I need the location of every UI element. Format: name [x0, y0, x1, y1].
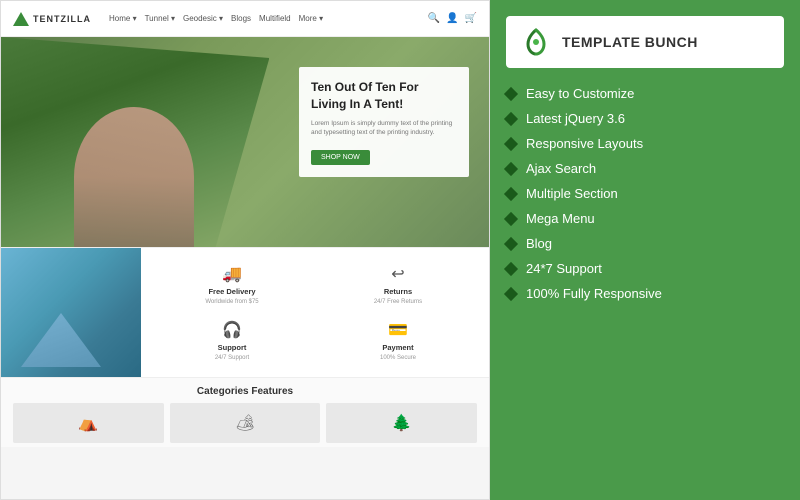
template-bunch-name: TEMPLATE BUNCH [562, 34, 698, 50]
hero-description: Lorem Ipsum is simply dummy text of the … [311, 119, 457, 139]
cart-icon[interactable]: 🛒 [465, 13, 477, 24]
nav-link-home[interactable]: Home ▾ [109, 14, 137, 23]
template-bunch-header: TEMPLATE BUNCH [506, 16, 784, 68]
feature-label-8: 100% Fully Responsive [526, 286, 662, 301]
delivery-icon: 🚚 [222, 264, 242, 284]
features-row: 🚚 Free Delivery Worldwide from $75 ↩ Ret… [1, 247, 489, 377]
shop-now-button[interactable]: SHOP NOW [311, 150, 370, 165]
tent-small-visual [11, 307, 111, 367]
diamond-icon [504, 136, 518, 150]
feature-list-item: Responsive Layouts [506, 136, 784, 151]
left-panel: TENTZILLA Home ▾ Tunnel ▾ Geodesic ▾ Blo… [0, 0, 490, 500]
feature-returns-sub: 24/7 Free Returns [374, 299, 422, 305]
feature-item-returns: ↩ Returns 24/7 Free Returns [317, 258, 479, 311]
template-bunch-logo [520, 26, 552, 58]
feature-list-item: 24*7 Support [506, 261, 784, 276]
feature-label-6: Blog [526, 236, 552, 251]
nav-link-multifield[interactable]: Multifield [259, 14, 291, 23]
category-camp[interactable]: 🏕 [170, 403, 321, 443]
category-tent[interactable]: ⛺ [13, 403, 164, 443]
features-image [1, 248, 141, 377]
features-grid: 🚚 Free Delivery Worldwide from $75 ↩ Ret… [141, 248, 489, 377]
hero-content-box: Ten Out Of Ten For Living In A Tent! Lor… [299, 67, 469, 177]
feature-label-7: 24*7 Support [526, 261, 602, 276]
diamond-icon [504, 86, 518, 100]
logo-text: TENTZILLA [33, 14, 91, 24]
diamond-icon [504, 261, 518, 275]
feature-payment-sub: 100% Secure [380, 355, 416, 361]
diamond-icon [504, 186, 518, 200]
feature-list-item: Mega Menu [506, 211, 784, 226]
nav-link-more[interactable]: More ▾ [299, 14, 323, 23]
feature-payment-title: Payment [382, 343, 413, 352]
support-icon: 🎧 [222, 320, 242, 340]
diamond-icon [504, 211, 518, 225]
categories-row: ⛺ 🏕 🌲 [13, 403, 477, 443]
returns-icon: ↩ [391, 264, 404, 284]
hero-person-visual [74, 107, 194, 247]
feature-list-item: Latest jQuery 3.6 [506, 111, 784, 126]
diamond-icon [504, 161, 518, 175]
nav-link-tunnel[interactable]: Tunnel ▾ [145, 14, 175, 23]
feature-label-3: Ajax Search [526, 161, 596, 176]
camp-icon: 🏕 [235, 413, 255, 433]
diamond-icon [504, 236, 518, 250]
nature-icon: 🌲 [392, 413, 412, 433]
feature-list-item: Easy to Customize [506, 86, 784, 101]
feature-item-support: 🎧 Support 24/7 Support [151, 315, 313, 368]
search-icon[interactable]: 🔍 [428, 13, 440, 24]
hero-title: Ten Out Of Ten For Living In A Tent! [311, 79, 457, 113]
feature-label-0: Easy to Customize [526, 86, 634, 101]
tent-icon: ⛺ [78, 413, 98, 433]
feature-delivery-sub: Worldwide from $75 [205, 299, 258, 305]
feature-support-sub: 24/7 Support [215, 355, 249, 361]
feature-list-item: Ajax Search [506, 161, 784, 176]
feature-support-title: Support [218, 343, 247, 352]
feature-list-item: Multiple Section [506, 186, 784, 201]
navbar: TENTZILLA Home ▾ Tunnel ▾ Geodesic ▾ Blo… [1, 1, 489, 37]
feature-list-item: 100% Fully Responsive [506, 286, 784, 301]
feature-list-item: Blog [506, 236, 784, 251]
payment-icon: 💳 [388, 320, 408, 340]
categories-section: Categories Features ⛺ 🏕 🌲 [1, 377, 489, 447]
site-logo: TENTZILLA [13, 12, 91, 26]
features-list: Easy to Customize Latest jQuery 3.6 Respon… [506, 86, 784, 301]
feature-delivery-title: Free Delivery [208, 287, 255, 296]
nav-icons: 🔍 👤 🛒 [428, 13, 477, 24]
categories-title: Categories Features [13, 386, 477, 397]
logo-triangle-icon [13, 12, 29, 26]
nav-link-blogs[interactable]: Blogs [231, 14, 251, 23]
category-nature[interactable]: 🌲 [326, 403, 477, 443]
right-panel: TEMPLATE BUNCH Easy to Customize Latest j… [490, 0, 800, 500]
feature-item-delivery: 🚚 Free Delivery Worldwide from $75 [151, 258, 313, 311]
feature-label-5: Mega Menu [526, 211, 595, 226]
feature-returns-title: Returns [384, 287, 412, 296]
nav-link-geodesic[interactable]: Geodesic ▾ [183, 14, 223, 23]
hero-section: Ten Out Of Ten For Living In A Tent! Lor… [1, 37, 489, 247]
diamond-icon [504, 111, 518, 125]
user-icon[interactable]: 👤 [446, 13, 458, 24]
nav-links: Home ▾ Tunnel ▾ Geodesic ▾ Blogs Multifi… [109, 14, 418, 23]
feature-label-4: Multiple Section [526, 186, 618, 201]
diamond-icon [504, 286, 518, 300]
feature-label-2: Responsive Layouts [526, 136, 643, 151]
feature-label-1: Latest jQuery 3.6 [526, 111, 625, 126]
feature-item-payment: 💳 Payment 100% Secure [317, 315, 479, 368]
